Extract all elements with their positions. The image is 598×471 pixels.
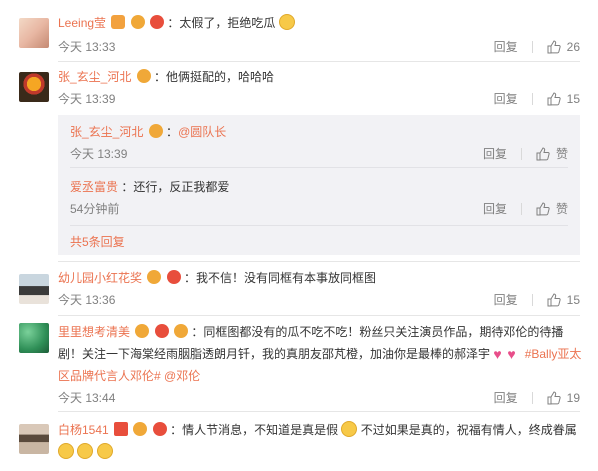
heart-emoji-icon: ♥: [493, 346, 502, 362]
more-replies-link[interactable]: 共5条回复: [70, 233, 125, 250]
avatar[interactable]: [19, 424, 49, 454]
comment-username[interactable]: 白杨1541: [58, 423, 109, 437]
comment-item: Leeing莹 ：太假了，拒绝吃瓜 今天 13:33 回复 26: [0, 0, 598, 62]
sub-reply-username[interactable]: 爱丞富贵: [70, 180, 118, 194]
sub-replies-box: 张_玄尘_河北 ：@圆队长 今天 13:39 回复 赞 爱丞富贵 ：还行，反正我…: [58, 115, 580, 255]
comment-username[interactable]: 张_玄尘_河北: [58, 70, 131, 84]
comment-time: 今天 13:36: [58, 293, 116, 307]
like-button[interactable]: 赞: [536, 146, 568, 162]
like-count: 26: [566, 40, 580, 54]
reply-button[interactable]: 回复: [494, 390, 518, 406]
like-button[interactable]: 赞: [536, 201, 568, 217]
divider: [520, 148, 522, 160]
member-badge-icon: [154, 324, 169, 338]
comment-item: 幼儿园小红花奖 ：我不信！没有同框有本事放同框图 今天 13:36 回复 15: [0, 262, 598, 318]
level-badge-icon: [130, 15, 145, 29]
level-badge-icon: [133, 422, 148, 436]
thumbs-up-icon: [547, 92, 561, 106]
like-count: 15: [566, 293, 580, 307]
sub-reply-text: ：还行，反正我都爱: [121, 180, 230, 194]
like-button[interactable]: 15: [547, 91, 580, 107]
smile-emoji-icon: [278, 14, 295, 30]
reply-button[interactable]: 回复: [483, 201, 507, 217]
divider: [70, 225, 568, 226]
level-badge-icon: [148, 124, 163, 138]
comment-username[interactable]: 幼儿园小红花奖: [58, 271, 142, 285]
mention-link[interactable]: @圆队长: [178, 125, 226, 139]
sub-reply-item: 张_玄尘_河北 ：@圆队长 今天 13:39 回复 赞: [70, 123, 568, 171]
comment-text: ：同框图都没有的瓜不吃不吃！粉丝只关注演员作品，期待邓伦的待播剧！关注一下海棠经…: [58, 325, 564, 361]
avatar[interactable]: [19, 18, 49, 48]
sub-reply-time: 54分钟前: [70, 202, 120, 216]
level-badge-icon: [136, 69, 151, 83]
reply-button[interactable]: 回复: [494, 39, 518, 55]
crying-emoji-icon: [77, 443, 94, 459]
star-badge-icon: [114, 422, 129, 436]
divider: [531, 294, 533, 306]
reply-button[interactable]: 回复: [483, 146, 507, 162]
like-count: 19: [566, 391, 580, 405]
comment-item: 张_玄尘_河北 ：他俩挺配的，哈哈哈 今天 13:39 回复 15 张_玄尘_河…: [0, 62, 598, 262]
crying-emoji-icon: [96, 443, 113, 459]
divider: [520, 203, 522, 215]
thumbs-up-icon: [547, 293, 561, 307]
avatar[interactable]: [19, 274, 49, 304]
member-badge-icon: [166, 270, 181, 284]
like-button[interactable]: 26: [547, 39, 580, 55]
comment-time: 今天 13:33: [58, 40, 116, 54]
comment-time: 今天 13:44: [58, 391, 116, 405]
comment-time: 今天 13:39: [58, 92, 116, 106]
divider: [531, 392, 533, 404]
like-button[interactable]: 19: [547, 390, 580, 406]
member-badge-icon: [152, 422, 167, 436]
comment-username[interactable]: 里里想考清美: [58, 325, 130, 339]
reply-button[interactable]: 回复: [494, 91, 518, 107]
mention-link[interactable]: @邓伦: [164, 369, 200, 383]
avatar[interactable]: [19, 72, 49, 102]
like-label: 赞: [555, 202, 568, 216]
comment-username[interactable]: Leeing莹: [58, 16, 106, 30]
sub-reply-username[interactable]: 张_玄尘_河北: [70, 125, 143, 139]
sub-reply-item: 爱丞富贵 ：还行，反正我都爱 54分钟前 回复 赞: [70, 175, 568, 223]
divider: [70, 167, 568, 168]
fan-badge-icon: [174, 324, 189, 338]
thumbs-up-icon: [547, 40, 561, 54]
divider: [531, 41, 533, 53]
comment-text-continued: 不过如果是真的，祝福有情人，终成眷属: [360, 423, 577, 437]
laughing-emoji-icon: [341, 421, 358, 437]
thumbs-up-icon: [536, 202, 550, 216]
like-count: 15: [566, 92, 580, 106]
avatar[interactable]: [19, 323, 49, 353]
comment-text: ：我不信！没有同框有本事放同框图: [184, 271, 377, 285]
reply-button[interactable]: 回复: [494, 292, 518, 308]
level-badge-icon: [135, 324, 150, 338]
member-badge-icon: [150, 15, 165, 29]
comment-item: 里里想考清美 ：同框图都没有的瓜不吃不吃！粉丝只关注演员作品，期待邓伦的待播剧！…: [0, 316, 598, 412]
sub-reply-time: 今天 13:39: [70, 147, 128, 161]
level-badge-icon: [147, 270, 162, 284]
comment-text: ：太假了，拒绝吃瓜: [167, 16, 276, 30]
heart-emoji-icon: ♥: [507, 346, 516, 362]
divider: [531, 93, 533, 105]
comment-item: 白杨1541 ：情人节消息，不知道是真是假 不过如果是真的，祝福有情人，终成眷属: [0, 412, 598, 471]
comment-text: ：情人节消息，不知道是真是假: [170, 423, 339, 437]
vip-badge-icon: [111, 15, 126, 29]
sub-reply-text: ：: [166, 125, 179, 139]
comment-text: ：他俩挺配的，哈哈哈: [154, 70, 275, 84]
crying-emoji-icon: [58, 443, 74, 459]
thumbs-up-icon: [547, 391, 561, 405]
like-label: 赞: [555, 147, 568, 161]
like-button[interactable]: 15: [547, 292, 580, 308]
thumbs-up-icon: [536, 147, 550, 161]
